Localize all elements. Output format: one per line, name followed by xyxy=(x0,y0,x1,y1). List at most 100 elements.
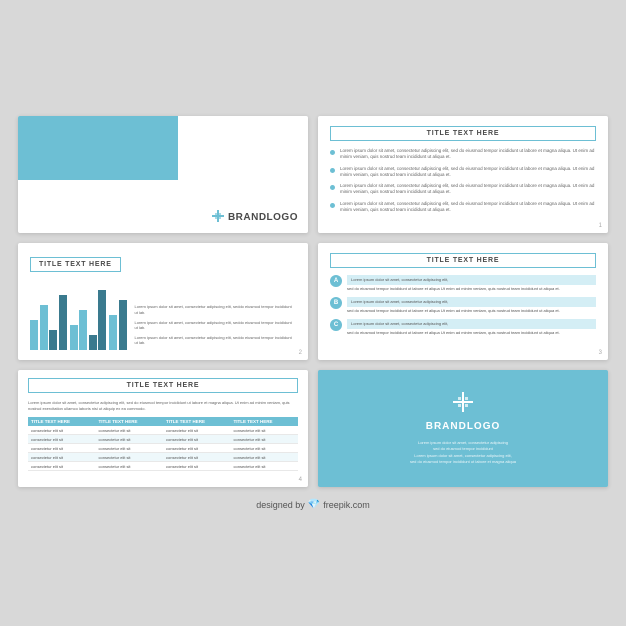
bar-group-1 xyxy=(30,295,67,350)
cell: consectetur elit sit xyxy=(231,462,299,471)
abc-text-b: Lorem ipsum dolor sit amet, consectetur … xyxy=(347,297,596,314)
data-table: TITLE TEXT HERE TITLE TEXT HERE TITLE TE… xyxy=(28,417,298,471)
table-row: consectetur elit sit consectetur elit si… xyxy=(28,444,298,453)
bar-chart-area xyxy=(30,285,127,350)
cell: consectetur elit sit xyxy=(231,435,299,444)
bar-group-2 xyxy=(70,290,107,350)
chart-text-3: Lorem ipsum dolor sit amet, consectetur … xyxy=(135,335,297,346)
abc-highlight-b: Lorem ipsum dolor sit amet, consectetur … xyxy=(347,297,596,307)
slide-bar-chart: TITLE TEXT HERE xyxy=(18,243,308,360)
slide-number-3: 3 xyxy=(599,350,602,356)
abc-text-c: Lorem ipsum dolor sit amet, consectetur … xyxy=(347,319,596,336)
blue-rectangle xyxy=(18,116,178,180)
bullet-item-2: Lorem ipsum dolor sit amet, consectetur … xyxy=(330,166,596,179)
table-description: Lorem ipsum dolor sit amet, consectetur … xyxy=(28,400,298,411)
brand-back-text: BRANDLOGO xyxy=(426,421,501,432)
bar-dark xyxy=(119,300,127,350)
brand-logo-text: BRANDLOGO xyxy=(228,212,298,223)
chart-text-2: Lorem ipsum dolor sit amet, consectetur … xyxy=(135,320,297,331)
cell: consectetur elit sit xyxy=(96,435,164,444)
cell: consectetur elit sit xyxy=(231,426,299,435)
cell: consectetur elit sit xyxy=(231,453,299,462)
bullet-dot xyxy=(330,203,335,208)
cell: consectetur elit sit xyxy=(96,462,164,471)
bullet-dot xyxy=(330,185,335,190)
header-row: TITLE TEXT HERE TITLE TEXT HERE TITLE TE… xyxy=(28,417,298,426)
bullet-list: Lorem ipsum dolor sit amet, consectetur … xyxy=(330,148,596,213)
table-row: consectetur elit sit consectetur elit si… xyxy=(28,426,298,435)
abc-highlight-c: Lorem ipsum dolor sit amet, consectetur … xyxy=(347,319,596,329)
abc-text-a: Lorem ipsum dolor sit amet, consectetur … xyxy=(347,275,596,292)
abc-body-c: sed do eiusmod tempor incididunt ut labo… xyxy=(347,330,596,336)
cell: consectetur elit sit xyxy=(163,435,231,444)
col-header-1: TITLE TEXT HERE xyxy=(28,417,96,426)
slide-bullet-list: TITLE TEXT HERE Lorem ipsum dolor sit am… xyxy=(318,116,608,233)
bullet-item-4: Lorem ipsum dolor sit amet, consectetur … xyxy=(330,201,596,214)
bar xyxy=(109,315,117,350)
table-row: consectetur elit sit consectetur elit si… xyxy=(28,462,298,471)
slide-3-title: TITLE TEXT HERE xyxy=(30,257,121,272)
chart-text-area: Lorem ipsum dolor sit amet, consectetur … xyxy=(127,304,297,350)
cell: consectetur elit sit xyxy=(163,462,231,471)
bullet-item-1: Lorem ipsum dolor sit amet, consectetur … xyxy=(330,148,596,161)
abc-item-b: B Lorem ipsum dolor sit amet, consectetu… xyxy=(330,297,596,314)
bar-dark xyxy=(98,290,106,350)
footer-credit: designed by 💎 freepik.com xyxy=(256,499,370,510)
cell: consectetur elit sit xyxy=(28,462,96,471)
cell: consectetur elit sit xyxy=(28,444,96,453)
table-row: consectetur elit sit consectetur elit si… xyxy=(28,453,298,462)
designed-by-text: designed by xyxy=(256,500,305,510)
slide-abc-list: TITLE TEXT HERE A Lorem ipsum dolor sit … xyxy=(318,243,608,360)
col-header-4: TITLE TEXT HERE xyxy=(231,417,299,426)
abc-body-b: sed do eiusmod tempor incididunt ut labo… xyxy=(347,308,596,314)
brand-back-icon xyxy=(453,392,473,417)
bullet-item-3: Lorem ipsum dolor sit amet, consectetur … xyxy=(330,183,596,196)
abc-body-a: sed do eiusmod tempor incididunt ut labo… xyxy=(347,286,596,292)
cell: consectetur elit sit xyxy=(163,426,231,435)
brand-logo-area: BRANDLOGO xyxy=(18,204,308,233)
cell: consectetur elit sit xyxy=(163,453,231,462)
slide-2-title: TITLE TEXT HERE xyxy=(330,126,596,141)
slide-brand-back: BRANDLOGO Lorem ipsum dolor sit amet, co… xyxy=(318,370,608,487)
bar-dark xyxy=(49,330,57,350)
cell: consectetur elit sit xyxy=(96,453,164,462)
brand-cross-icon xyxy=(212,210,224,225)
bullet-dot xyxy=(330,168,335,173)
bar xyxy=(79,310,87,350)
abc-list: A Lorem ipsum dolor sit amet, consectetu… xyxy=(330,275,596,336)
slide-number-1: 1 xyxy=(599,223,602,229)
slides-grid: BRANDLOGO TITLE TEXT HERE Lorem ipsum do… xyxy=(18,116,608,487)
slide-5-title: TITLE TEXT HERE xyxy=(28,378,298,393)
cell: consectetur elit sit xyxy=(28,435,96,444)
cell: consectetur elit sit xyxy=(96,426,164,435)
bullet-dot xyxy=(330,150,335,155)
abc-highlight-a: Lorem ipsum dolor sit amet, consectetur … xyxy=(347,275,596,285)
chart-content: Lorem ipsum dolor sit amet, consectetur … xyxy=(30,280,296,350)
bullet-text-1: Lorem ipsum dolor sit amet, consectetur … xyxy=(340,148,596,161)
col-header-2: TITLE TEXT HERE xyxy=(96,417,164,426)
abc-item-c: C Lorem ipsum dolor sit amet, consectetu… xyxy=(330,319,596,336)
bar-dark xyxy=(59,295,67,350)
slide-brand-cover: BRANDLOGO xyxy=(18,116,308,233)
bar-group-3 xyxy=(109,300,127,350)
table-body: consectetur elit sit consectetur elit si… xyxy=(28,426,298,471)
freepik-logo-icon: 💎 xyxy=(308,499,320,510)
cell: consectetur elit sit xyxy=(28,426,96,435)
bar xyxy=(40,305,48,350)
bar xyxy=(30,320,38,350)
bullet-text-2: Lorem ipsum dolor sit amet, consectetur … xyxy=(340,166,596,179)
table-header: TITLE TEXT HERE TITLE TEXT HERE TITLE TE… xyxy=(28,417,298,426)
bullet-text-3: Lorem ipsum dolor sit amet, consectetur … xyxy=(340,183,596,196)
slide-number-2: 2 xyxy=(299,350,302,356)
badge-a: A xyxy=(330,275,342,287)
badge-c: C xyxy=(330,319,342,331)
cell: consectetur elit sit xyxy=(163,444,231,453)
col-header-3: TITLE TEXT HERE xyxy=(163,417,231,426)
slide-number-4: 4 xyxy=(299,477,302,483)
table-row: consectetur elit sit consectetur elit si… xyxy=(28,435,298,444)
chart-text-1: Lorem ipsum dolor sit amet, consectetur … xyxy=(135,304,297,315)
abc-item-a: A Lorem ipsum dolor sit amet, consectetu… xyxy=(330,275,596,292)
bar-dark xyxy=(89,335,97,350)
bar xyxy=(70,325,78,350)
slide-table: TITLE TEXT HERE Lorem ipsum dolor sit am… xyxy=(18,370,308,487)
